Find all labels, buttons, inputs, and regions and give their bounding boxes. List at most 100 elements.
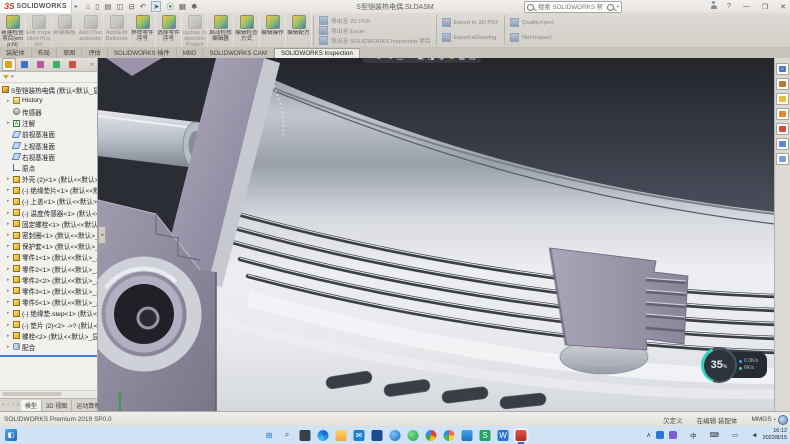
menu-flyout-icon[interactable]: ▸ — [75, 3, 78, 10]
commandmanager-tab[interactable]: 布局 — [32, 47, 57, 58]
commandmanager-tab[interactable]: SOLIDWORKS Inspection — [274, 48, 360, 58]
edit-inspection-project-button[interactable]: Edit Inspection Project — [26, 13, 52, 47]
tree-item[interactable]: ▸ 前视基准面 — [0, 129, 97, 140]
tree-item[interactable]: ▸ 螺栓<2> (默认<<默认>_显示状态 — [0, 330, 97, 341]
tree-item[interactable]: ▸ 外壳 (2)<1> (默认<<默认>_显示状 — [0, 174, 97, 185]
tree-horizontal-scrollbar[interactable] — [0, 390, 97, 398]
commandmanager-tab[interactable]: SOLIDWORKS CAM — [203, 49, 273, 58]
custom-properties-tab[interactable] — [776, 138, 789, 150]
edit-inspection-method-button[interactable]: 编辑检查方式 — [234, 13, 260, 47]
tree-item[interactable]: ▸ 零件2<1> (默认<<默认>_显示状 — [0, 263, 97, 274]
tree-root-assembly[interactable]: S型铠装热电偶 (默认<默认_显示状态-1 — [0, 84, 97, 95]
taskbar-clock[interactable]: 16:12 2022/8/15 — [763, 428, 787, 441]
print-icon[interactable]: ⊟ — [129, 2, 135, 11]
rebuild-traffic-light-icon[interactable]: ⦿ — [166, 1, 174, 12]
solidworks-app-icon[interactable] — [516, 430, 527, 441]
tree-splitter[interactable] — [0, 355, 97, 357]
qualityxpert-item[interactable]: QualityXpert — [510, 18, 554, 27]
cpu-percent-circle[interactable]: 35 % — [701, 347, 737, 383]
net-inspect-item[interactable]: Net-Inspect — [510, 33, 554, 42]
export-3d-pdf-item[interactable]: Export to 3D PDF — [442, 18, 499, 27]
tree-item[interactable]: ▸ 零件1<1> (默认<<默认>_显示状态 — [0, 252, 97, 263]
tree-item[interactable]: ▸ 配合 — [0, 341, 97, 352]
tree-filter-row[interactable]: ▾ — [0, 72, 97, 83]
tree-item[interactable]: ▸ 传感器 — [0, 106, 97, 117]
tree-item[interactable]: ▸ History — [0, 95, 97, 106]
update-inspection-project-button[interactable]: Update Inspection Project — [182, 13, 208, 47]
undo-icon[interactable]: ↶ — [140, 2, 146, 11]
select-cursor-icon[interactable]: ➤ — [151, 1, 161, 12]
filter-dropdown-icon[interactable]: ▾ — [11, 74, 14, 80]
volume-icon[interactable]: ◄ — [743, 431, 757, 439]
options-gear-icon[interactable]: ✱ — [191, 2, 197, 11]
tree-item[interactable]: ▸ 零件3<1> (默认<<默认>_显示状 — [0, 285, 97, 296]
tree-item[interactable]: ▸ 注解 — [0, 118, 97, 129]
export-inspection-project-item[interactable]: 导出至 SOLIDWORKS Inspection 项目 — [319, 36, 431, 45]
restore-button[interactable]: ❐ — [760, 3, 770, 11]
displaymanager-tab[interactable] — [65, 58, 79, 71]
featuremanager-tab[interactable] — [2, 58, 16, 71]
tree-item[interactable]: ▸ 保护套<1> (默认<<默认>_显示状 — [0, 241, 97, 252]
commandmanager-tab[interactable]: 评估 — [82, 47, 107, 58]
tree-item[interactable]: ▸ (-) 绝缘垫.step<1> (默认<<默认> — [0, 308, 97, 319]
edge-icon[interactable] — [318, 430, 329, 441]
open-file-icon[interactable]: ▤ — [104, 2, 111, 11]
tree-item[interactable]: ▸ 零件5<1> (默认<<默认>_显示状 — [0, 297, 97, 308]
search-go-icon[interactable] — [607, 4, 614, 11]
panel-collapse-arrow[interactable]: ◂ — [98, 226, 106, 244]
view-settings-icon[interactable]: ▤ — [469, 58, 476, 61]
display-cast-icon[interactable]: ▭ — [724, 431, 738, 439]
home-icon[interactable]: ⌂ — [86, 2, 91, 11]
commandmanager-tab[interactable]: 装配体 — [0, 47, 32, 58]
remove-balloon-button[interactable]: 移除零件序号 — [130, 13, 156, 47]
tree-item[interactable]: ▸ (-) 温度传感器<1> (默认<<默认>_ — [0, 207, 97, 218]
edit-operation-button[interactable]: 编辑操作 — [260, 13, 286, 47]
view-tab[interactable]: 3D 视图 — [42, 400, 72, 411]
ime-language-indicator[interactable]: 中 — [682, 430, 697, 440]
antivirus-green-icon[interactable] — [408, 430, 419, 441]
tray-app-blue-icon[interactable] — [656, 431, 664, 439]
close-button[interactable]: ✕ — [778, 3, 788, 11]
tree-item[interactable]: ▸ 固定螺栓<1> (默认<<默认>_显示 — [0, 218, 97, 229]
section-view-icon[interactable]: ◫ — [397, 58, 404, 61]
login-icon[interactable] — [711, 5, 717, 9]
graphics-viewport[interactable]: ⌖⊕◄◫✎▣◨◉❂▦▤ 0.3K/s 6K/s 35 % ◂ — [98, 58, 775, 411]
add-edit-balloons-button[interactable]: Add/Edit Balloons — [104, 13, 130, 47]
green-s-app-icon[interactable]: S — [480, 430, 491, 441]
file-properties-icon[interactable]: ▦ — [179, 2, 186, 11]
edit-recipe-button[interactable]: 编辑配方 — [286, 13, 312, 47]
search-dropdown-icon[interactable]: ▾ — [616, 4, 619, 10]
tree-item[interactable]: ▸ 上视基准面 — [0, 140, 97, 151]
mail-icon[interactable]: ✉ — [354, 430, 365, 441]
add-characteristic-button[interactable]: Add Characteristic — [78, 13, 104, 47]
commandmanager-tab[interactable]: 草图 — [57, 47, 82, 58]
edit-appearance-icon[interactable]: ❂ — [449, 58, 455, 61]
zoom-fit-icon[interactable]: ⌖ — [368, 58, 372, 61]
performance-overlay-widget[interactable]: 0.3K/s 6K/s 35 % — [701, 347, 737, 383]
store-icon[interactable] — [372, 430, 383, 441]
annotation-view-icon[interactable]: ✎ — [407, 58, 413, 61]
new-inspection-project-button[interactable]: 新建检查项目(emp;N) — [0, 13, 26, 47]
hide-show-items-icon[interactable]: ◉ — [439, 58, 445, 61]
solidworks-forum-tab[interactable] — [776, 153, 789, 165]
appearances-scenes-tab[interactable] — [776, 123, 789, 135]
view-tab[interactable]: 模型 — [21, 400, 42, 411]
taskview-icon[interactable] — [300, 430, 311, 441]
browser-blue-icon[interactable] — [390, 430, 401, 441]
zoom-area-icon[interactable]: ⊕ — [376, 58, 382, 61]
units-selector[interactable]: MMGS ▾ — [751, 416, 776, 423]
tree-item[interactable]: ▸ (-) 上盖<1> (默认<<默认>_显示状 — [0, 196, 97, 207]
export-excel-item[interactable]: 导出至 Excel — [319, 26, 431, 35]
new-file-icon[interactable]: ▯ — [95, 2, 99, 11]
browser-colorful-icon[interactable] — [444, 430, 455, 441]
commandmanager-tab[interactable]: SOLIDWORKS 插件 — [108, 47, 177, 58]
tree-item[interactable]: ▸ 密封圈<1> (默认<<默认>_显示状 — [0, 229, 97, 240]
tree-item[interactable]: ▸ 右视基准面 — [0, 151, 97, 162]
view-orientation-icon[interactable]: ▣ — [417, 58, 424, 61]
display-style-icon[interactable]: ◨ — [428, 58, 435, 61]
export-edrawing-item[interactable]: Export eDrawing — [442, 33, 499, 42]
dimxpertmanager-tab[interactable] — [49, 58, 63, 71]
search-input[interactable] — [536, 3, 605, 12]
tree-item[interactable]: ▸ 原点 — [0, 162, 97, 173]
tree-item[interactable]: ▸ (-) 垫片 (2)<2> ->? (默认<<默认> — [0, 319, 97, 330]
